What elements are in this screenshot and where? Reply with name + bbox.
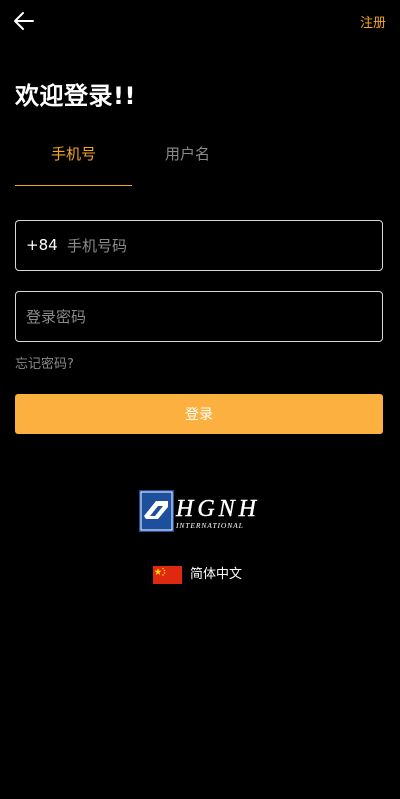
back-button[interactable] — [12, 9, 36, 33]
login-button[interactable]: 登录 — [15, 394, 383, 434]
language-label: 简体中文 — [190, 567, 243, 582]
login-method-tabs: 手机号 用户名 — [15, 140, 385, 188]
forgot-password-link[interactable]: 忘记密码? — [15, 353, 74, 372]
arrow-left-icon — [14, 12, 34, 30]
tab-username[interactable]: 用户名 — [129, 140, 246, 186]
register-link[interactable]: 注册 — [360, 12, 386, 31]
password-input[interactable] — [26, 292, 366, 341]
logo-sub-text: INTERNATIONAL — [175, 521, 244, 530]
country-code-selector[interactable]: +84 — [26, 221, 58, 270]
phone-field: +84 — [15, 220, 383, 271]
page-title: 欢迎登录!! — [15, 82, 136, 110]
active-tab-indicator — [15, 185, 132, 186]
logo-main-text: HGNH — [175, 496, 260, 522]
china-flag-icon — [153, 566, 182, 584]
tab-phone[interactable]: 手机号 — [15, 140, 132, 186]
brand-logo: HGNH INTERNATIONAL — [138, 489, 262, 533]
password-field — [15, 291, 383, 342]
phone-input[interactable] — [67, 221, 367, 270]
